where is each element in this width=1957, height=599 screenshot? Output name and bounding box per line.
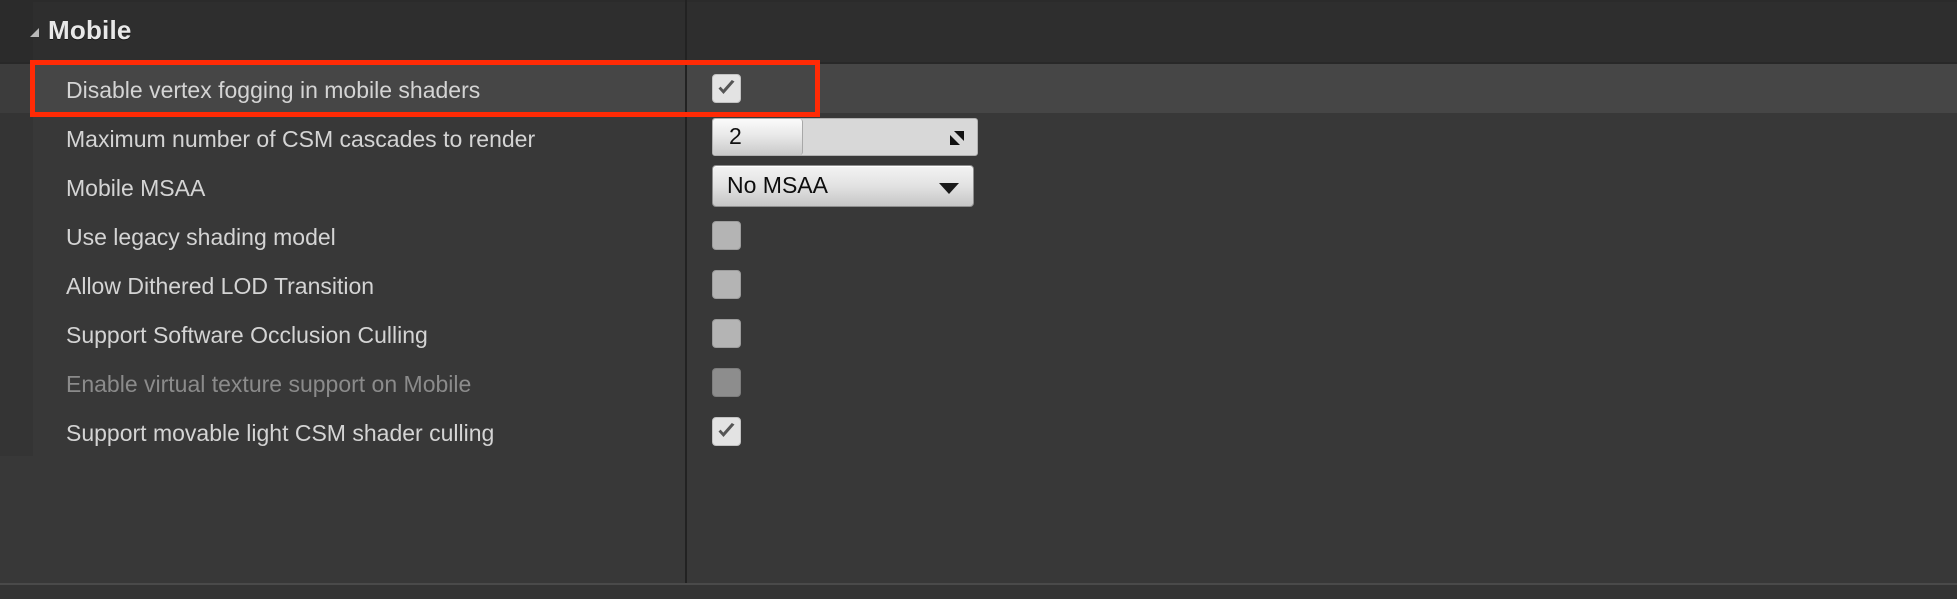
number-input[interactable]: 2: [712, 118, 978, 156]
settings-row[interactable]: Use legacy shading model: [0, 211, 1957, 260]
checkbox-unchecked: [712, 368, 741, 397]
row-gutter: [0, 162, 33, 211]
row-label: Support Software Occlusion Culling: [66, 322, 428, 348]
settings-row[interactable]: Support Software Occlusion Culling: [0, 309, 1957, 358]
row-gutter: [0, 260, 33, 309]
row-label: Mobile MSAA: [66, 175, 206, 201]
row-gutter: [0, 407, 33, 456]
checkbox-unchecked[interactable]: [712, 221, 741, 250]
row-gutter: [0, 358, 33, 407]
mobile-settings-panel: Mobile Disable vertex fogging in mobile …: [0, 0, 1957, 599]
number-slider-fill: [713, 119, 803, 155]
panel-bottom-gutter: [0, 585, 1957, 599]
settings-row[interactable]: Enable virtual texture support on Mobile: [0, 358, 1957, 407]
settings-row[interactable]: Support movable light CSM shader culling: [0, 407, 1957, 456]
settings-row[interactable]: Disable vertex fogging in mobile shaders: [0, 64, 1957, 113]
checkbox-checked[interactable]: [712, 74, 741, 103]
row-gutter: [0, 309, 33, 358]
row-gutter: [0, 211, 33, 260]
settings-row[interactable]: Mobile MSAA No MSAA: [0, 162, 1957, 211]
category-header-mobile[interactable]: Mobile: [0, 2, 1957, 64]
settings-row[interactable]: Maximum number of CSM cascades to render…: [0, 113, 1957, 162]
header-gutter: [0, 2, 33, 62]
row-label: Allow Dithered LOD Transition: [66, 273, 375, 299]
row-label: Maximum number of CSM cascades to render: [66, 126, 536, 152]
combobox-selected-value: No MSAA: [727, 172, 828, 198]
row-label: Disable vertex fogging in mobile shaders: [66, 77, 481, 103]
number-value: 2: [729, 123, 742, 149]
row-gutter: [0, 113, 33, 162]
row-label: Use legacy shading model: [66, 224, 336, 250]
settings-row[interactable]: Allow Dithered LOD Transition: [0, 260, 1957, 309]
checkbox-unchecked[interactable]: [712, 319, 741, 348]
diagonal-resize-icon[interactable]: [947, 128, 967, 148]
triangle-down-icon[interactable]: [30, 28, 39, 37]
chevron-down-icon[interactable]: [939, 183, 959, 194]
checkbox-unchecked[interactable]: [712, 270, 741, 299]
column-splitter[interactable]: [685, 0, 687, 599]
row-label: Enable virtual texture support on Mobile: [66, 371, 472, 397]
combobox-mobile-msaa[interactable]: No MSAA: [712, 165, 974, 207]
checkbox-checked[interactable]: [712, 417, 741, 446]
row-label: Support movable light CSM shader culling: [66, 420, 495, 446]
category-title: Mobile: [48, 15, 132, 45]
row-gutter: [0, 64, 33, 113]
